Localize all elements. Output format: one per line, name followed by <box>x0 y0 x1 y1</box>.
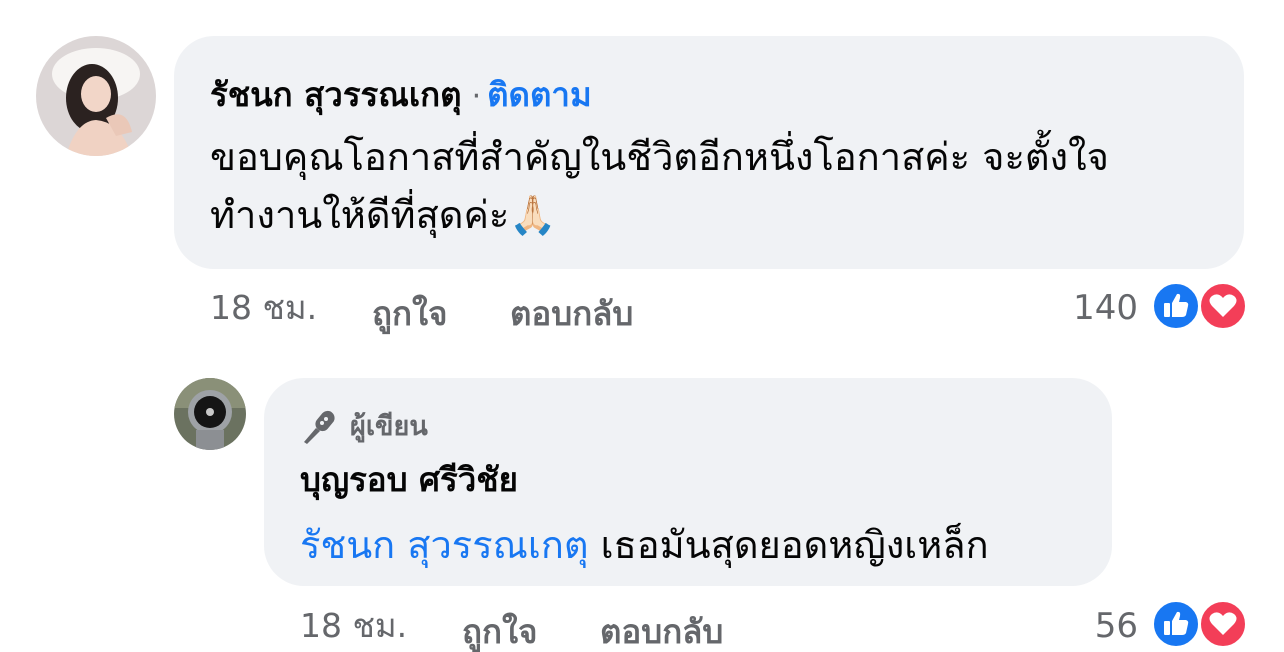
comment-text-line: ขอบคุณโอกาสที่สำคัญในชีวิตอีกหนึ่งโอกาสค… <box>210 135 1109 179</box>
comment-time[interactable]: 18 ชม. <box>210 288 317 328</box>
mention-link[interactable]: รัชนก สุวรรณเกตุ <box>300 523 589 567</box>
reaction-count[interactable]: 140 <box>1060 288 1138 328</box>
reply-button[interactable]: ตอบกลับ <box>510 294 633 334</box>
follow-button[interactable]: ติดตาม <box>487 75 592 114</box>
avatar-ratchanok[interactable] <box>36 36 156 156</box>
reaction-count[interactable]: 56 <box>1060 606 1138 646</box>
love-icon[interactable] <box>1198 281 1248 331</box>
author-badge: ผู้เขียน <box>300 404 428 447</box>
comment-author[interactable]: บุญรอบ ศรีวิชัย <box>300 460 518 500</box>
microphone-icon <box>300 406 340 446</box>
like-button[interactable]: ถูกใจ <box>462 612 537 652</box>
comment-author[interactable]: รัชนก สุวรรณเกตุ <box>210 75 462 114</box>
like-icon[interactable] <box>1151 281 1201 331</box>
reply-button[interactable]: ตอบกลับ <box>600 612 723 652</box>
like-icon[interactable] <box>1151 599 1201 649</box>
comment-text: ขอบคุณโอกาสที่สำคัญในชีวิตอีกหนึ่งโอกาสค… <box>210 128 1109 244</box>
comment-text-line: ทำงานให้ดีที่สุดค่ะ🙏🏻 <box>210 193 557 237</box>
comment-text: รัชนก สุวรรณเกตุ เธอมันสุดยอดหญิงเหล็ก <box>300 516 989 574</box>
author-badge-label: ผู้เขียน <box>350 411 428 442</box>
like-button[interactable]: ถูกใจ <box>372 294 447 334</box>
avatar-boonrob[interactable] <box>174 378 246 450</box>
comment-text-body: เธอมันสุดยอดหญิงเหล็ก <box>588 523 989 567</box>
comment-bubble: รัชนก สุวรรณเกตุ · ติดตาม ขอบคุณโอกาสที่สำ… <box>174 36 1244 269</box>
comment-bubble: ผู้เขียน บุญรอบ ศรีวิชัย รัชนก สุวรรณเกต… <box>264 378 1112 586</box>
comment-time[interactable]: 18 ชม. <box>300 606 407 646</box>
love-icon[interactable] <box>1198 599 1248 649</box>
separator-dot: · <box>471 79 482 114</box>
